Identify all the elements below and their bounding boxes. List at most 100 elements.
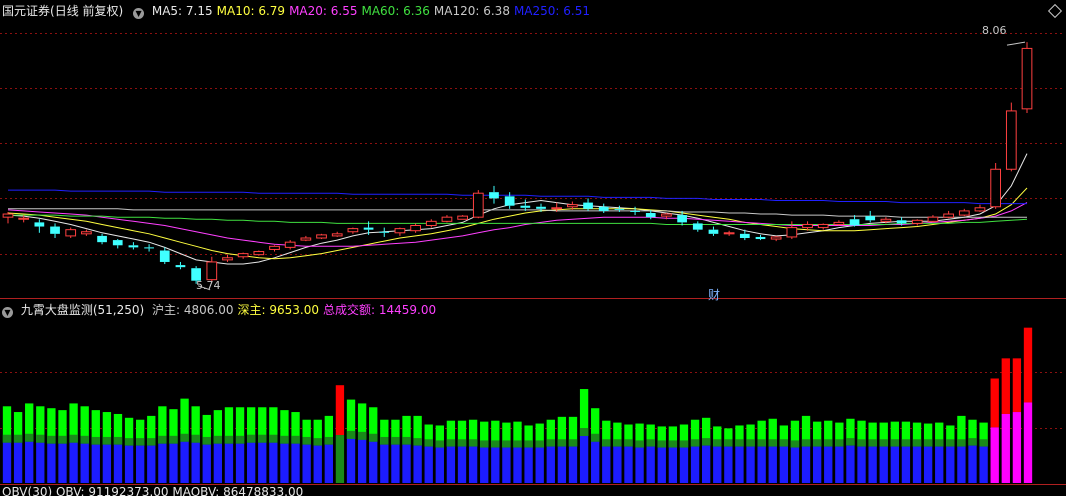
indicator-bar-base (857, 446, 866, 483)
indicator-bar-mid (935, 439, 944, 447)
indicator-bar-base (657, 447, 666, 483)
indicator-bar-base (713, 446, 722, 483)
indicator-bar-base (901, 446, 911, 483)
candle-body (833, 221, 845, 225)
indicator-bar-base (346, 438, 356, 483)
indicator-bar-mid (602, 439, 611, 447)
indicator-bar-mid (391, 436, 400, 445)
indicator-bar-base (735, 446, 744, 483)
indicator-bar-mid (624, 439, 633, 447)
candle-body (34, 222, 45, 227)
indicator-bar-mid (502, 440, 511, 448)
candle-body (128, 245, 139, 248)
indicator-bar-mid (757, 439, 766, 447)
indicator-bar-mid (901, 439, 911, 447)
indicator-bar-base (80, 443, 89, 483)
indicator-bar-mid (202, 436, 211, 445)
candle-body (677, 215, 687, 223)
chart-canvas (0, 33, 1066, 485)
chevron-down-icon[interactable]: ▼ (2, 307, 13, 318)
candle-body (50, 226, 60, 234)
indicator-bar-base (879, 446, 888, 483)
indicator-bar-mid (69, 434, 78, 443)
indicator-bar-base (491, 447, 500, 483)
indicator-bar-base (613, 446, 622, 483)
event-marker[interactable]: 财 (708, 286, 720, 303)
indicator-bar-mid (113, 436, 123, 445)
indicator-bar-base (391, 444, 400, 483)
candle-body (943, 213, 954, 218)
obv-header: OBV(30) OBV: 91192373.00 MAOBV: 86478833… (2, 486, 307, 496)
candle-body (770, 236, 782, 240)
indicator-bar-mid (979, 439, 988, 447)
indicator-bar-mid (357, 431, 367, 440)
chevron-down-icon[interactable]: ▼ (133, 8, 145, 19)
indicator-bar-mid (957, 439, 966, 447)
candle-body (237, 253, 249, 258)
indicator-bar-mid (546, 439, 555, 447)
indicator-bar-base (690, 446, 700, 483)
candle-body (974, 207, 986, 212)
indicator-bar-mid (679, 440, 689, 448)
candle-body (1005, 110, 1017, 170)
candle-body (175, 265, 186, 268)
indicator-bar-base (923, 446, 933, 483)
indicator-bar-base (58, 443, 67, 483)
indicator-bar-mid (524, 440, 533, 448)
candle-body (300, 237, 312, 241)
indicator-bar-mid (846, 438, 855, 446)
indicator-bar-mid (480, 440, 489, 448)
indicator-bar-base (812, 446, 822, 483)
candle-body (723, 232, 735, 235)
indicator-bar-mid (746, 439, 755, 447)
indicator-bar-mid (47, 435, 56, 444)
indicator-bar-base (235, 443, 245, 483)
candle-body (112, 240, 123, 246)
indicator-bar-mid (923, 439, 933, 447)
indicator-bar-mid (579, 428, 589, 437)
indicator-bar-mid (224, 435, 234, 444)
candle-body (911, 219, 923, 224)
candle-body (316, 234, 327, 239)
indicator-bar-base (147, 445, 156, 483)
indicator-bar-base (1023, 402, 1033, 483)
high-arrow (1006, 41, 1026, 46)
indicator-bar-base (424, 446, 433, 483)
indicator-bar-base (768, 446, 777, 483)
candle-body (645, 213, 656, 218)
indicator-bar-mid (768, 439, 777, 447)
candle-body (2, 213, 14, 218)
indicator-bar-mid (446, 439, 456, 447)
indicator-bar-mid (2, 434, 12, 443)
indicator-bar-mid (246, 434, 256, 443)
indicator-bar-base (1012, 412, 1022, 483)
indicator-bar-mid (946, 439, 955, 447)
candle-body (583, 202, 593, 209)
ma-legend-item: MA10: 6.79 (216, 4, 286, 18)
indicator-bar-mid (158, 435, 167, 444)
indicator-bar-mid (102, 436, 112, 445)
indicator-bar-mid (302, 436, 311, 445)
candle-body (489, 192, 499, 199)
indicator-bar-base (280, 443, 289, 483)
candle-body (159, 250, 170, 262)
indicator-bar-mid (80, 435, 89, 444)
indicator-bar-base (702, 445, 711, 483)
indicator-bar-base (679, 447, 689, 483)
indicator-bar-base (846, 445, 855, 483)
indicator-bar-base (724, 446, 733, 483)
indicator-bar-base (990, 427, 999, 483)
indicator-bar-mid (790, 440, 800, 448)
indicator-bar-base (191, 442, 200, 483)
candle-body (331, 233, 343, 237)
candle-body (520, 205, 531, 208)
indicator-bar-base (779, 446, 789, 483)
candle-body (661, 213, 672, 217)
candle-body (269, 245, 280, 250)
ma-legend-item: MA20: 6.55 (289, 4, 358, 18)
indicator-legend-item: 深主: 9653.00 (237, 303, 319, 317)
indicator-bar-mid (657, 440, 666, 448)
candle-body (1021, 47, 1033, 110)
candle-body (849, 219, 860, 226)
indicator-bar-base (624, 446, 633, 483)
